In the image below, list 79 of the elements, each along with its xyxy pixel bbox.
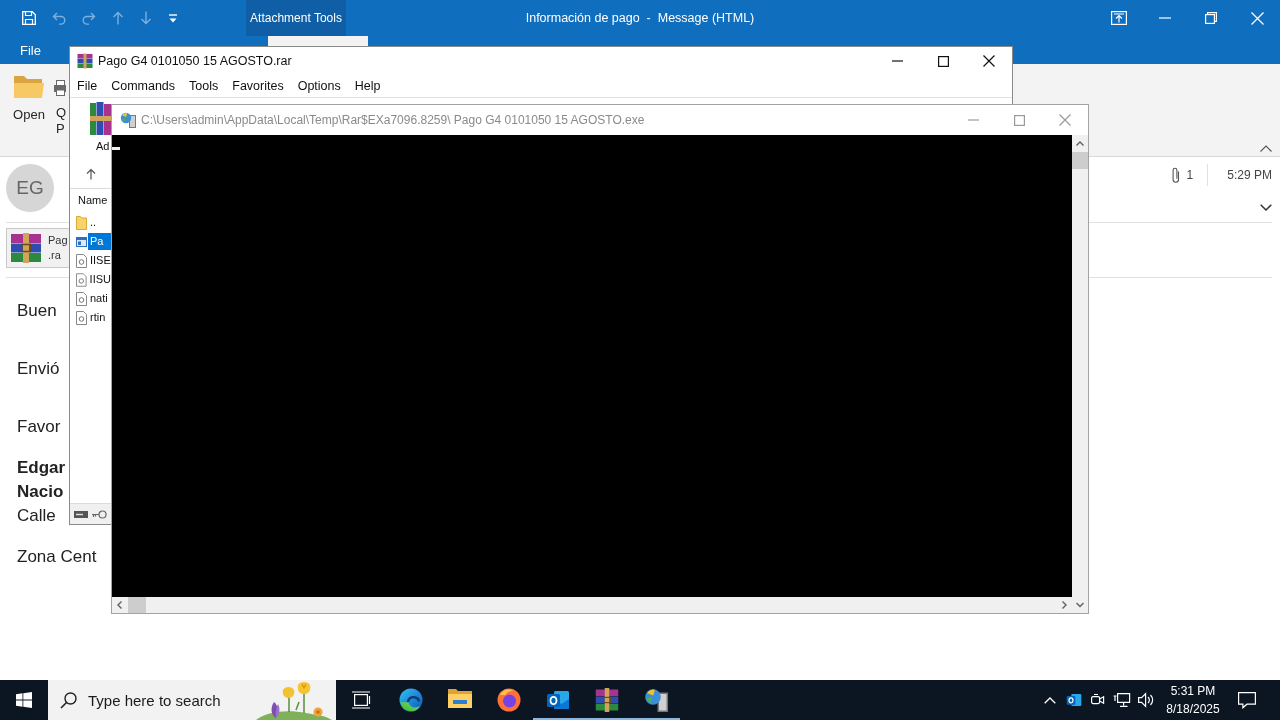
message-text: Nacio — [17, 481, 64, 503]
document-icon — [76, 291, 87, 306]
message-text: Calle — [17, 505, 56, 527]
file-name[interactable]: IISU — [87, 271, 111, 288]
maximize-icon[interactable] — [937, 55, 949, 67]
message-text: Edgar — [17, 457, 66, 479]
menu-item[interactable]: Options — [290, 79, 348, 93]
vertical-scrollbar[interactable] — [1072, 135, 1088, 613]
browser-icon[interactable] — [496, 688, 521, 712]
file-name[interactable]: nati — [88, 290, 111, 307]
books-icon[interactable] — [594, 688, 619, 712]
sender-avatar: EG — [6, 164, 54, 212]
document-icon — [76, 310, 87, 325]
menu-item[interactable]: Favorites — [225, 79, 291, 93]
expand-chevron-icon[interactable] — [1260, 204, 1272, 211]
computer-icon[interactable] — [643, 688, 668, 712]
collapse-ribbon-icon[interactable] — [1260, 145, 1272, 152]
mail-icon[interactable] — [545, 688, 570, 712]
clock-time: 5:31 PM — [1170, 683, 1216, 700]
volume-icon[interactable] — [1137, 692, 1155, 708]
document-icon — [76, 272, 87, 287]
received-time: 5:29 PM — [1227, 168, 1272, 182]
file-tab[interactable]: File — [12, 38, 49, 62]
books-icon — [90, 102, 112, 136]
computer-icon — [120, 112, 136, 128]
file-name[interactable]: .. — [88, 214, 111, 231]
document-icon — [76, 253, 87, 268]
browser-icon[interactable] — [398, 688, 423, 712]
menu-item[interactable]: Help — [347, 79, 388, 93]
restore-icon[interactable] — [1205, 12, 1217, 24]
cursor-icon — [112, 147, 120, 150]
menu-item[interactable]: Commands — [104, 79, 183, 93]
folder-icon — [76, 215, 87, 230]
open-button[interactable]: Open — [8, 64, 50, 123]
mail-icon[interactable] — [1066, 692, 1082, 708]
close-icon[interactable] — [983, 55, 995, 67]
message-text: Zona Cent — [17, 546, 97, 568]
save-icon[interactable] — [22, 11, 36, 25]
clock-date: 8/18/2025 — [1166, 701, 1220, 718]
message-text: Envió — [17, 358, 60, 380]
menu-item[interactable]: Tools — [182, 79, 226, 93]
search-field[interactable]: Type here to search — [88, 691, 243, 709]
network-icon[interactable] — [1113, 692, 1131, 708]
scrollbar-thumb[interactable] — [1072, 152, 1088, 169]
task-view-icon[interactable] — [351, 691, 371, 709]
window-title: Información de pago - Message (HTML) — [525, 11, 755, 25]
printer-icon — [54, 80, 66, 96]
customize-icon[interactable] — [168, 13, 178, 23]
file-name[interactable]: Pa — [88, 233, 111, 250]
paperclip-icon — [1170, 166, 1181, 184]
window-title: Pago G4 0101050 15 AGOSTO.rar — [98, 54, 292, 68]
attachment-count: 1 — [1186, 168, 1194, 182]
add-button[interactable]: Ad — [90, 98, 112, 159]
window-title: C:\Users\admin\AppData\Local\Temp\Rar$EXa7096.8259\ Pago G4 0101050 15 AGOSTO.exe — [141, 113, 645, 127]
folder-icon — [14, 74, 44, 98]
program-icon — [76, 234, 87, 249]
key-icon — [91, 509, 107, 519]
notification-icon[interactable] — [1237, 691, 1257, 709]
message-text: Buen — [17, 300, 57, 322]
scrollbar-thumb[interactable] — [128, 597, 146, 613]
drive-icon — [74, 510, 88, 518]
menu-item[interactable]: File — [70, 79, 105, 93]
folder-icon[interactable] — [447, 688, 472, 708]
up-arrow-icon[interactable] — [86, 167, 96, 180]
attachment-button[interactable]: Pag .ra — [6, 228, 70, 268]
books-icon — [10, 233, 42, 263]
message-text: Favor — [17, 416, 61, 438]
chevron-up-icon[interactable] — [1044, 696, 1056, 704]
search-icon — [60, 691, 77, 709]
ribbon-display-icon[interactable] — [1111, 11, 1127, 25]
print-button[interactable]: Q P — [54, 64, 69, 137]
minimize-icon[interactable] — [891, 60, 903, 62]
file-name[interactable]: rtin — [88, 309, 111, 326]
file-name[interactable]: IISE — [88, 252, 111, 269]
books-icon — [77, 53, 93, 69]
column-header[interactable]: Name — [70, 189, 111, 211]
horizontal-scrollbar[interactable] — [112, 597, 1072, 613]
windows-logo-icon[interactable] — [16, 692, 32, 708]
context-tab-label: Attachment Tools — [246, 0, 346, 36]
